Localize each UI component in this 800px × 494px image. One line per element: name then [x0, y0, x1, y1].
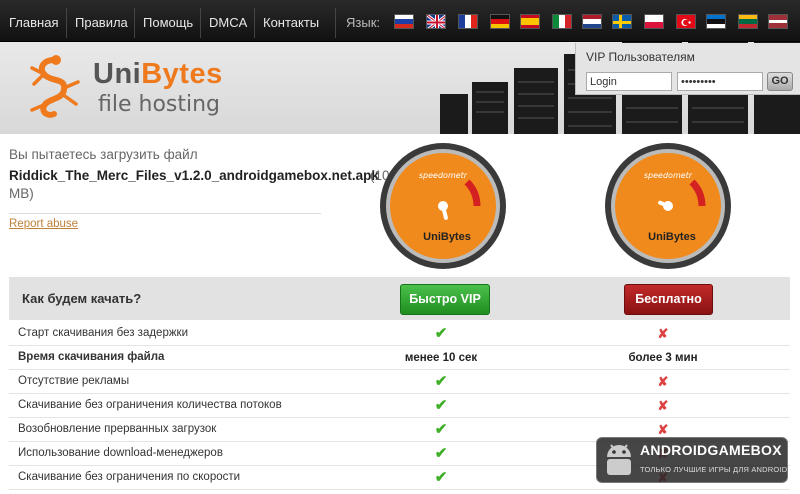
vip-value: менее 10 сек	[404, 352, 478, 364]
vip-login-title: VIP Пользователям	[586, 50, 695, 64]
comparison-row-label: Использование download-менеджеров	[18, 447, 223, 459]
password-input[interactable]	[677, 72, 763, 91]
cross-icon: ✘	[657, 326, 669, 341]
flag-nl-icon[interactable]	[582, 14, 602, 29]
watermark-subtitle: ТОЛЬКО ЛУЧШИЕ ИГРЫ ДЛЯ ANDROID	[640, 465, 788, 474]
android-robot-icon	[607, 444, 631, 475]
comparison-row: Отсутствие рекламы ✔ ✘	[9, 370, 790, 394]
comparison-row: Старт скачивания без задержки ✔ ✘	[9, 322, 790, 346]
nav-separator	[200, 8, 201, 38]
language-label: Язык:	[346, 15, 380, 30]
check-icon: ✔	[434, 373, 448, 390]
comparison-row-label: Скачивание без ограничения количества по…	[18, 399, 282, 411]
download-intro-text: Вы пытаетесь загрузить файл	[9, 147, 198, 162]
logo-wordmark: UniBytes	[93, 58, 223, 91]
logo-subtitle: file hosting	[98, 92, 221, 117]
flag-tr-icon[interactable]	[676, 14, 696, 29]
flag-lt-icon[interactable]	[738, 14, 758, 29]
fast-vip-button[interactable]: Быстро VIP	[400, 284, 490, 315]
check-icon: ✔	[434, 469, 448, 486]
file-name: Riddick_The_Merc_Files_v1.2.0_androidgam…	[9, 168, 379, 183]
flag-lv-icon[interactable]	[768, 14, 788, 29]
divider	[9, 213, 321, 214]
free-gauge-brand: UniBytes	[648, 231, 696, 243]
comparison-row: Скачивание без ограничения количества по…	[9, 394, 790, 418]
nav-help[interactable]: Помощь	[143, 0, 193, 42]
check-icon: ✔	[434, 421, 448, 438]
flag-se-icon[interactable]	[612, 14, 632, 29]
free-speedometer-icon: speedometr UniBytes	[605, 143, 731, 269]
nav-separator	[254, 8, 255, 38]
nav-separator	[134, 8, 135, 38]
flag-fr-icon[interactable]	[458, 14, 478, 29]
check-icon: ✔	[434, 445, 448, 462]
comparison-row-label: Время скачивания файла	[18, 351, 165, 363]
cross-icon: ✘	[657, 374, 669, 389]
nav-rules[interactable]: Правила	[75, 0, 128, 42]
nav-dmca[interactable]: DMCA	[209, 0, 247, 42]
flag-de-icon[interactable]	[490, 14, 510, 29]
logo-name-part2: Bytes	[141, 58, 223, 90]
check-icon: ✔	[434, 397, 448, 414]
flag-it-icon[interactable]	[552, 14, 572, 29]
comparison-row-label: Отсутствие рекламы	[18, 375, 130, 387]
flag-gb-icon[interactable]	[426, 14, 446, 29]
flag-es-icon[interactable]	[520, 14, 540, 29]
download-method-question: Как будем качать?	[22, 291, 142, 306]
free-gauge-label: speedometr	[644, 171, 693, 180]
report-abuse-link[interactable]: Report abuse	[9, 218, 78, 230]
comparison-row-label: Возобновление прерванных загрузок	[18, 423, 217, 435]
flag-pl-icon[interactable]	[644, 14, 664, 29]
vip-gauge-label: speedometr	[419, 171, 468, 180]
file-size-unit: MB)	[9, 186, 34, 201]
comparison-row: Время скачивания файла менее 10 сек более …	[9, 346, 790, 370]
comparison-row-label: Скачивание без ограничения по скорости	[18, 471, 241, 483]
check-icon: ✔	[434, 325, 448, 342]
go-button[interactable]: GO	[767, 72, 793, 91]
free-download-button[interactable]: Бесплатно	[624, 284, 713, 315]
watermark-title: ANDROIDGAMEBOX	[640, 442, 782, 458]
nav-separator	[66, 8, 67, 38]
flag-ee-icon[interactable]	[706, 14, 726, 29]
flag-ru-icon[interactable]	[394, 14, 414, 29]
lizard-logo-icon	[30, 55, 80, 118]
login-input[interactable]	[586, 72, 672, 91]
vip-speedometer-icon: speedometr UniBytes	[380, 143, 506, 269]
nav-contacts[interactable]: Контакты	[263, 0, 319, 42]
cross-icon: ✘	[657, 398, 669, 413]
comparison-row-label: Старт скачивания без задержки	[18, 327, 188, 339]
vip-gauge-brand: UniBytes	[423, 231, 471, 243]
free-value: более 3 мин	[628, 352, 698, 364]
nav-separator	[335, 8, 336, 38]
nav-home[interactable]: Главная	[9, 0, 58, 42]
logo-name-part1: Uni	[93, 58, 142, 90]
